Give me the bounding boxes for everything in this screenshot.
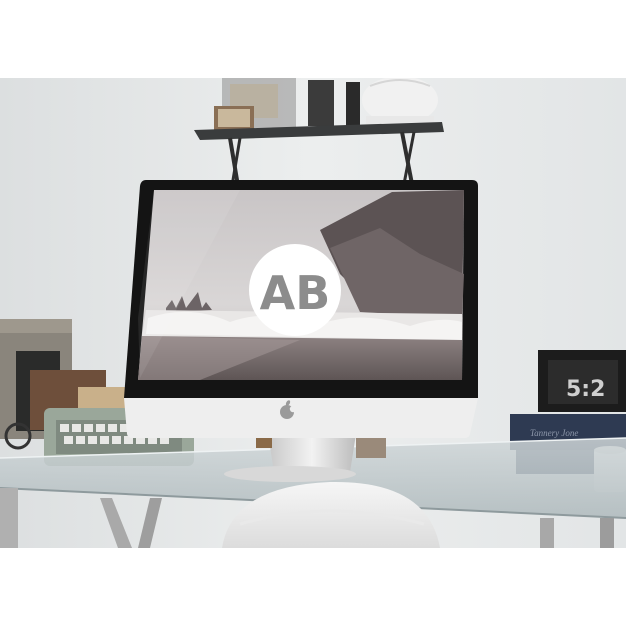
imac-monitor: AB <box>124 180 478 438</box>
clock-readout: 5:2 <box>566 377 605 402</box>
photo-scene: 5:2 Tannery Jone AB <box>0 78 626 548</box>
ab-logo-text: AB <box>260 266 331 320</box>
book-spine-title: Tannery Jone <box>530 428 578 438</box>
ab-logo: AB <box>249 244 341 336</box>
